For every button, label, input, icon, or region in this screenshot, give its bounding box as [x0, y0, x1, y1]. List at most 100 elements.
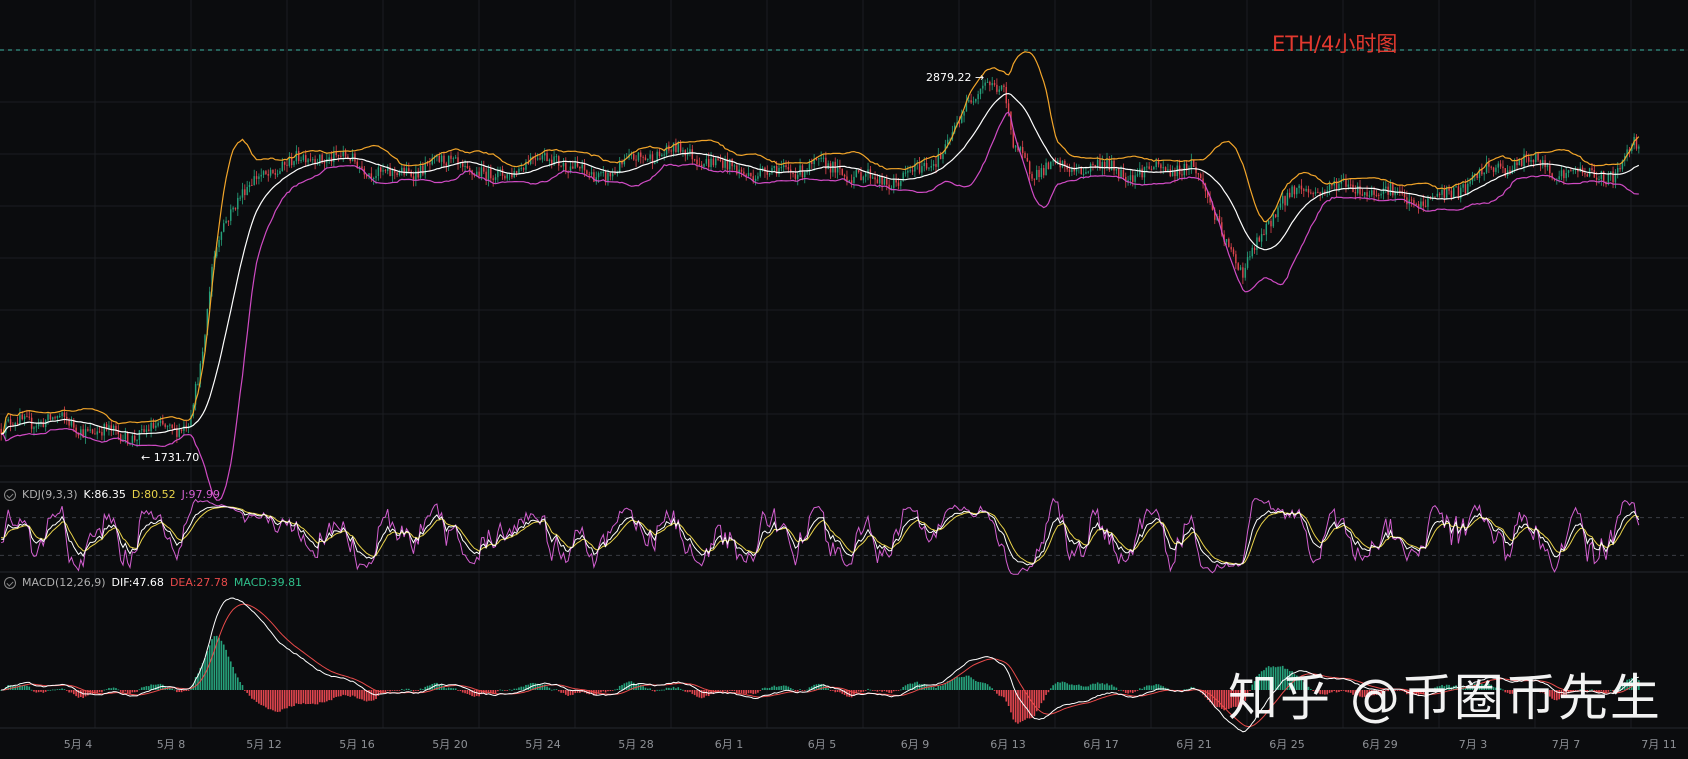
- candle-body: [698, 164, 701, 166]
- x-tick-label: 5月 24: [525, 738, 561, 751]
- candle-body: [871, 177, 874, 179]
- candle-body: [1146, 166, 1148, 168]
- macd-hist-bar: [457, 690, 459, 691]
- macd-hist-bar: [977, 681, 979, 690]
- macd-hist-bar: [328, 690, 330, 701]
- macd-legend[interactable]: MACD(12,26,9) DIF:47.68 DEA:27.78 MACD:3…: [4, 576, 302, 589]
- macd-hist-bar: [834, 690, 837, 693]
- macd-hist-bar: [459, 690, 462, 692]
- macd-hist-bar: [738, 690, 740, 693]
- candle-body: [757, 176, 759, 179]
- candle-body: [722, 160, 724, 168]
- candle-body: [982, 85, 984, 89]
- x-tick-label: 5月 16: [339, 738, 375, 751]
- macd-hist-bar: [129, 690, 131, 694]
- macd-hist-bar: [998, 690, 1001, 696]
- macd-hist-bar: [857, 690, 860, 692]
- macd-hist-bar: [349, 690, 352, 697]
- candle-body: [663, 154, 665, 156]
- macd-hist-bar: [279, 690, 281, 712]
- candle-body: [492, 178, 494, 180]
- candle-body: [237, 197, 239, 210]
- chart-title: ETH/4小时图: [1272, 32, 1398, 56]
- macd-hist-bar: [679, 688, 682, 690]
- candle-body: [768, 172, 771, 175]
- macd-hist-bar: [614, 689, 616, 691]
- chevron-icon[interactable]: [4, 488, 16, 501]
- candle-body: [148, 429, 150, 432]
- macd-hist-bar: [58, 689, 61, 690]
- candle-body: [609, 172, 612, 177]
- macd-hist-bar: [499, 689, 502, 691]
- macd-hist-bar: [251, 690, 253, 699]
- x-tick-label: 6月 5: [808, 738, 837, 751]
- macd-hist-bar: [951, 679, 954, 690]
- candle-body: [1436, 193, 1439, 197]
- candle-body: [138, 430, 141, 440]
- candle-body: [1113, 160, 1115, 171]
- macd-hist-bar: [309, 690, 312, 705]
- candle-body: [1530, 159, 1532, 162]
- macd-hist-bar: [686, 690, 689, 693]
- candle-body: [454, 157, 457, 159]
- candle-body: [164, 424, 166, 427]
- candle-body: [782, 165, 785, 168]
- candle-body: [1303, 189, 1305, 191]
- candle-body: [145, 429, 148, 432]
- candle-body: [977, 94, 979, 100]
- candle-body: [1167, 169, 1169, 172]
- candle-body: [112, 425, 115, 430]
- candle-body: [829, 163, 832, 173]
- macd-hist-bar: [229, 661, 232, 690]
- macd-hist-bar: [361, 690, 363, 700]
- macd-hist-bar: [393, 690, 396, 691]
- macd-hist-bar: [61, 688, 63, 690]
- macd-hist-bar: [511, 689, 513, 691]
- candle-body: [1249, 256, 1251, 258]
- candle-body: [1117, 168, 1120, 178]
- candle-body: [1420, 201, 1422, 208]
- macd-hist-bar: [248, 690, 251, 696]
- candle-body: [607, 172, 609, 182]
- candle-body: [536, 158, 539, 160]
- macd-hist-bar: [520, 686, 523, 690]
- macd-hist-bar: [881, 690, 883, 692]
- candle-body: [1520, 159, 1523, 166]
- candle-body: [691, 149, 694, 160]
- candle-body: [841, 168, 843, 175]
- candle-body: [1281, 196, 1284, 204]
- x-tick-label: 7月 3: [1459, 738, 1488, 751]
- candle-body: [1153, 167, 1155, 170]
- macd-hist-bar: [1108, 685, 1111, 690]
- x-tick-label: 6月 13: [990, 738, 1026, 751]
- macd-hist-bar: [124, 690, 127, 692]
- macd-hist-bar: [785, 685, 787, 690]
- candle-body: [1499, 163, 1502, 167]
- candle-body: [1560, 170, 1563, 177]
- candle-body: [1516, 162, 1518, 166]
- macd-hist-bar: [372, 690, 375, 701]
- macd-hist-bar: [384, 690, 387, 693]
- candle-body: [1403, 193, 1406, 198]
- macd-hist-bar: [754, 690, 757, 694]
- candle-body: [405, 168, 408, 175]
- candle-body: [1003, 85, 1005, 88]
- price-chart[interactable]: 2879.22 → ← 1731.70 5月 4 5月 8 5月 12 5月 16 5月 2…: [0, 0, 1688, 759]
- macd-hist-bar: [672, 686, 675, 690]
- macd-hist-bar: [258, 690, 260, 704]
- candle-body: [443, 155, 445, 164]
- candle-body: [1619, 168, 1621, 170]
- candle-body: [820, 157, 822, 159]
- candle-body: [159, 420, 162, 423]
- macd-hist-bar: [133, 690, 136, 693]
- macd-hist-bar: [932, 687, 935, 690]
- macd-hist-bar: [1120, 689, 1122, 691]
- candle-body: [1584, 173, 1586, 175]
- chevron-icon[interactable]: [4, 576, 16, 589]
- candle-body: [984, 82, 986, 86]
- candle-body: [773, 166, 776, 169]
- kdj-legend[interactable]: KDJ(9,3,3) K:86.35 D:80.52 J:97.99: [4, 488, 220, 501]
- macd-hist-bar: [274, 690, 277, 712]
- candle-body: [171, 424, 173, 428]
- macd-hist-bar: [70, 690, 73, 693]
